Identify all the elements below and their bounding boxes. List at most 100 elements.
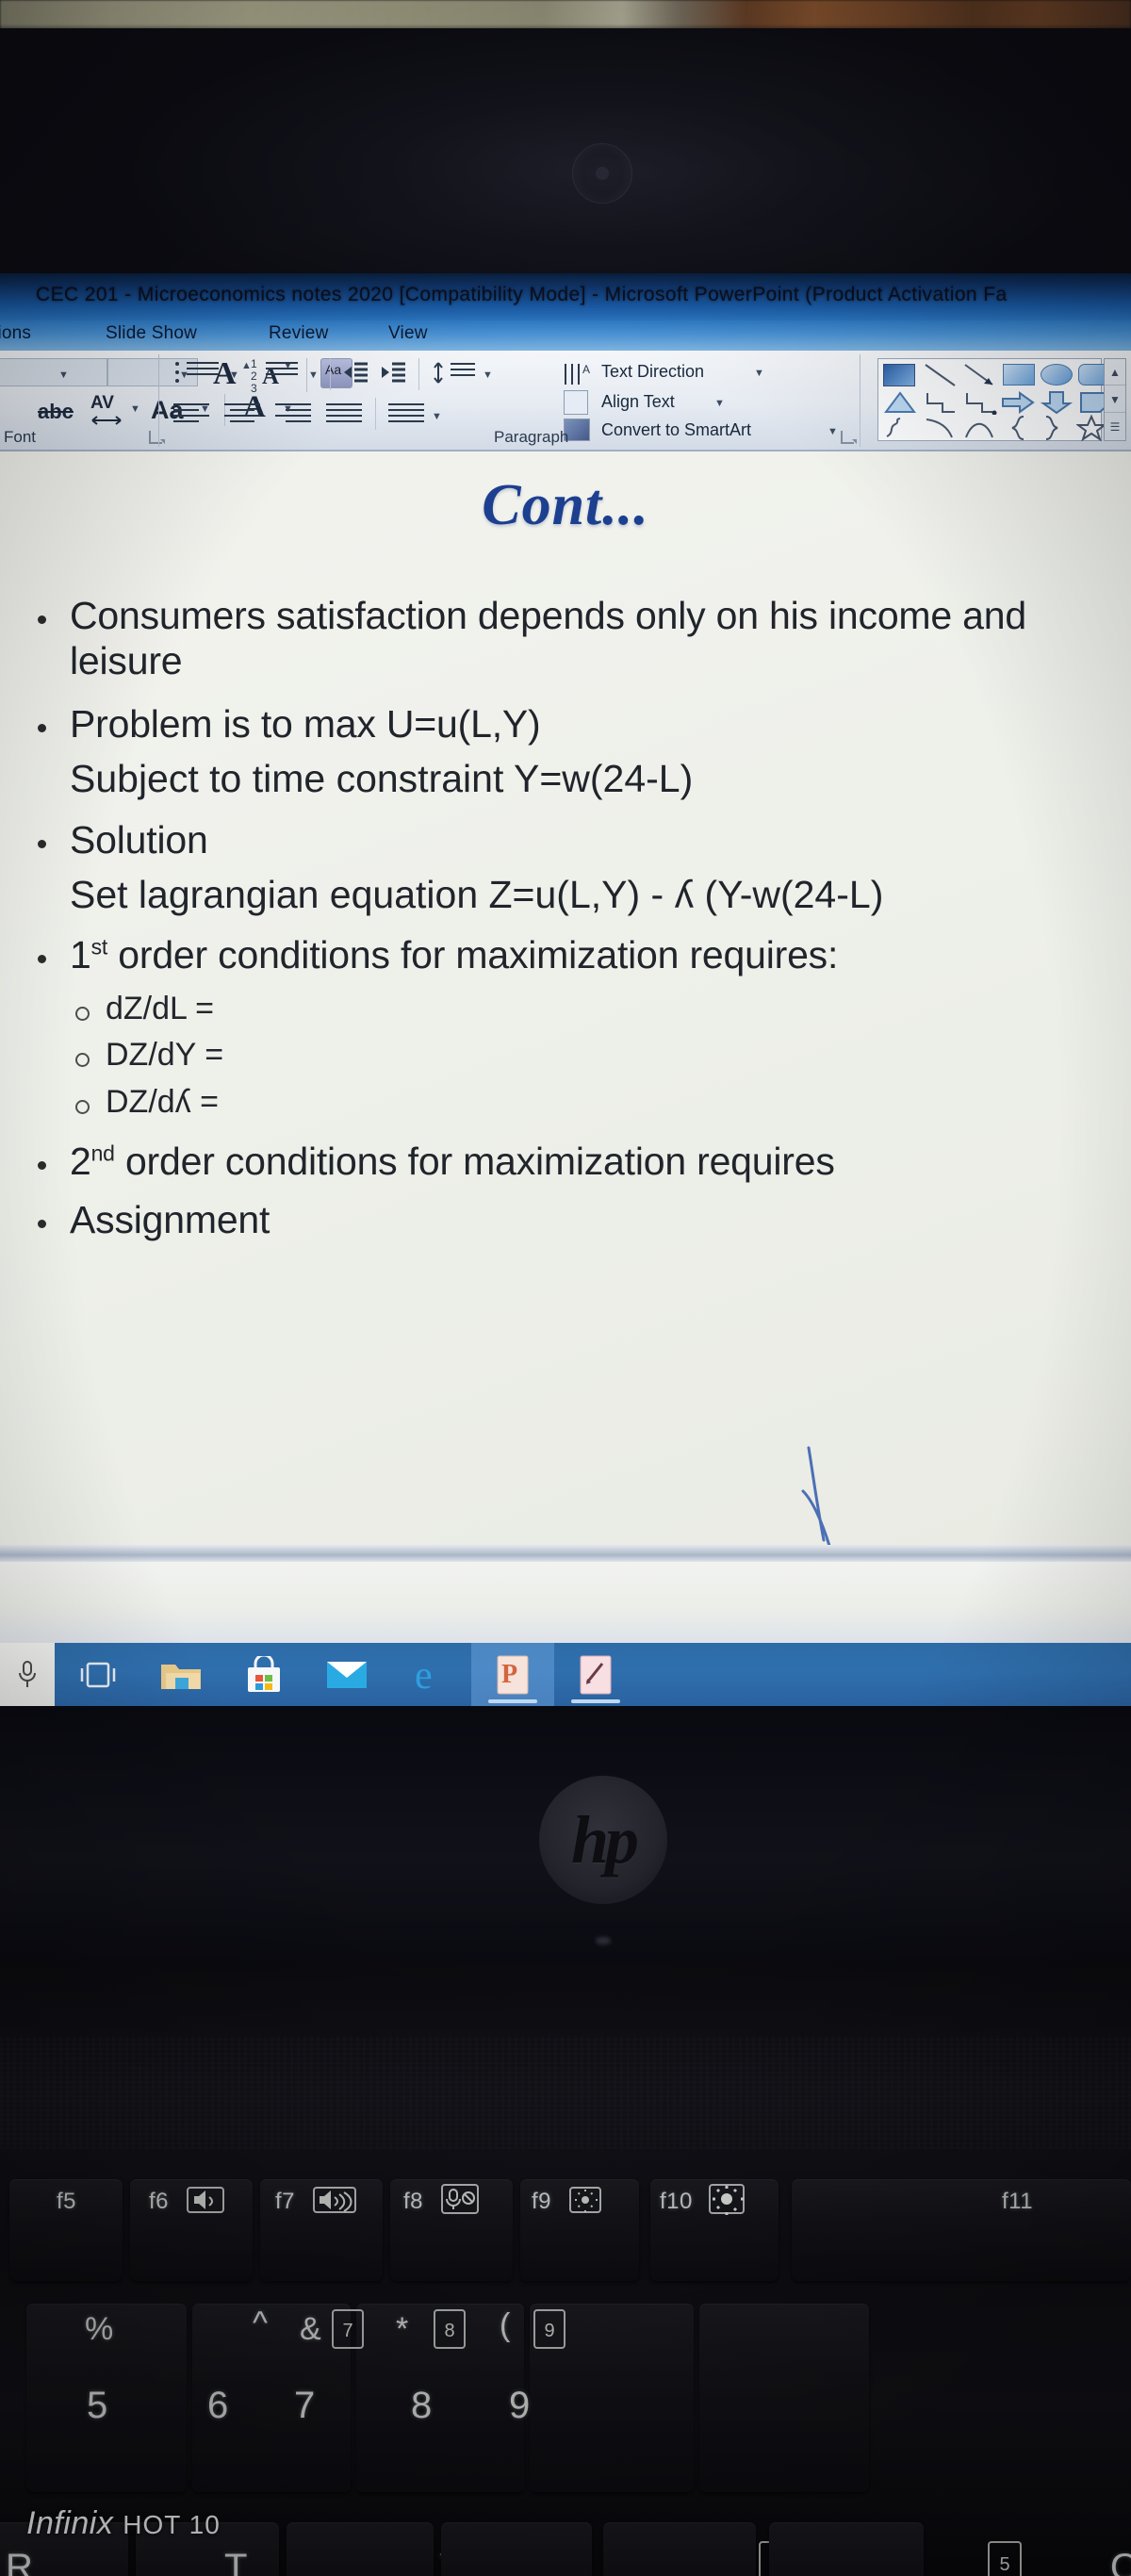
text-direction-button[interactable]: Text Direction [601, 362, 704, 382]
list-item: 2nd order conditions for maximization re… [0, 1139, 1131, 1184]
chevron-down-icon[interactable]: ▼ [483, 369, 493, 381]
key-o[interactable] [769, 2522, 924, 2576]
chevron-down-icon[interactable]: ▼ [308, 369, 319, 381]
key-6-secondary: ^ [253, 2305, 269, 2341]
text-box-shape[interactable] [883, 364, 915, 386]
align-right-button[interactable] [275, 403, 311, 426]
align-text-button[interactable]: Align Text [601, 392, 675, 412]
editor-icon[interactable] [554, 1643, 637, 1706]
file-explorer-icon[interactable] [139, 1643, 222, 1706]
line-shape[interactable] [924, 363, 958, 387]
editor-glyph [580, 1655, 612, 1694]
chevron-down-icon[interactable]: ▼ [432, 411, 442, 422]
key-y[interactable] [287, 2522, 434, 2576]
triangle-shape[interactable] [883, 390, 917, 415]
chevron-down-icon[interactable]: ▼ [58, 369, 69, 381]
key-i[interactable] [603, 2522, 756, 2576]
left-brace-shape[interactable] [1003, 414, 1033, 442]
align-text-icon [564, 390, 588, 415]
taskbar-cortana-area[interactable] [0, 1643, 55, 1706]
line-spacing-button[interactable] [451, 363, 475, 380]
list-item-continuation: Set lagrangian equation Z=u(L,Y) - ʎ (Y-… [0, 872, 1131, 917]
hp-logo: hp [539, 1776, 667, 1904]
numbering-button[interactable] [266, 362, 298, 379]
sub-bullet-text: DZ/dY = [106, 1037, 224, 1074]
tab-review[interactable]: Review [269, 323, 329, 344]
tab-animations[interactable]: tions [0, 323, 31, 344]
cortana-mic-icon[interactable] [17, 1660, 38, 1690]
ellipse-shape[interactable] [1041, 364, 1073, 386]
key-u[interactable] [441, 2522, 592, 2576]
tab-slide-show[interactable]: Slide Show [106, 323, 197, 344]
envelope-glyph [327, 1661, 367, 1688]
svg-text:e: e [415, 1654, 433, 1696]
store-bag-glyph [248, 1655, 280, 1692]
elbow-connector-shape[interactable] [924, 390, 958, 415]
shapes-gallery[interactable] [877, 358, 1110, 442]
curve-shape[interactable] [924, 416, 958, 440]
align-left-button[interactable] [173, 403, 209, 426]
edge-icon[interactable]: e [388, 1643, 471, 1706]
paragraph-dialog-launcher[interactable] [841, 431, 857, 444]
line-spacing-arrow-icon[interactable] [432, 362, 447, 385]
rectangle-shape[interactable] [1003, 364, 1035, 386]
laptop-top-bezel [0, 28, 1131, 275]
bullets-lines-icon [187, 362, 219, 379]
windows-taskbar[interactable]: e P [0, 1643, 1131, 1706]
key-5-primary: 5 [87, 2385, 108, 2426]
star-shape[interactable] [1076, 414, 1106, 442]
chevron-down-icon[interactable]: ▼ [130, 403, 140, 415]
sub-list-item: DZ/dʎ = [0, 1083, 1131, 1122]
bullet-text: Assignment [70, 1198, 270, 1242]
laptop-screen: CEC 201 - Microeconomics notes 2020 [Com… [0, 273, 1131, 1706]
key-5-secondary: % [85, 2311, 114, 2347]
justify-button[interactable] [326, 403, 362, 426]
shapes-gallery-scrollbar[interactable]: ▲ ▼ ☰ [1104, 358, 1126, 441]
font-family-combobox[interactable] [0, 358, 107, 386]
down-arrow-shape[interactable] [1041, 390, 1074, 415]
gallery-more-button[interactable]: ☰ [1105, 414, 1125, 440]
convert-to-smartart-button[interactable]: Convert to SmartArt [601, 420, 751, 440]
chevron-down-icon[interactable]: ▼ [828, 426, 838, 437]
right-brace-shape[interactable] [1039, 414, 1069, 442]
chevron-down-icon[interactable]: ▼ [754, 368, 764, 379]
columns-button[interactable] [388, 403, 424, 426]
arc-shape[interactable] [963, 416, 997, 440]
text-direction-icon: A [565, 363, 590, 385]
bullet-text: 2nd order conditions for maximization re… [70, 1140, 835, 1184]
microsoft-store-icon[interactable] [222, 1643, 305, 1706]
list-item: Consumers satisfaction depends only on h… [0, 593, 1131, 684]
task-view-icon[interactable] [57, 1643, 139, 1706]
chevron-down-icon[interactable]: ▼ [714, 398, 725, 409]
right-arrow-shape[interactable] [1001, 390, 1037, 415]
mail-icon[interactable] [305, 1643, 388, 1706]
slide-canvas[interactable]: Cont... Consumers satisfaction depends o… [0, 451, 1131, 1545]
character-spacing-button[interactable]: AV [90, 394, 114, 412]
elbow-arrow-shape[interactable] [963, 390, 997, 415]
strikethrough-button[interactable]: abc [38, 400, 74, 424]
chevron-down-icon[interactable]: ▼ [229, 369, 239, 381]
font-dialog-launcher[interactable] [149, 431, 165, 444]
gallery-scroll-down-button[interactable]: ▼ [1105, 386, 1125, 413]
key-7-secondary: & [300, 2311, 322, 2347]
gallery-scroll-up-button[interactable]: ▲ [1105, 359, 1125, 386]
key-9[interactable] [699, 2304, 869, 2492]
folder-glyph [161, 1664, 201, 1689]
watermark-brand: Infinix [26, 2505, 114, 2541]
powerpoint-icon[interactable]: P [471, 1643, 554, 1706]
align-center-button[interactable] [224, 403, 260, 426]
slide-body: Consumers satisfaction depends only on h… [0, 593, 1131, 1247]
sub-bullet-text: DZ/dʎ = [106, 1083, 219, 1120]
arrow-shape[interactable] [963, 363, 997, 387]
svg-text:A: A [582, 363, 590, 376]
volume-up-icon [313, 2187, 356, 2213]
sub-bullet-text: dZ/dL = [106, 990, 214, 1026]
key-f11[interactable] [792, 2179, 1131, 2281]
decrease-indent-icon[interactable] [343, 362, 368, 385]
increase-indent-icon[interactable] [381, 362, 405, 385]
key-t-label: T [224, 2547, 248, 2576]
bullet-text: Problem is to max U=u(L,Y) [70, 701, 541, 746]
bullets-button[interactable] [175, 362, 179, 387]
scribble-shape[interactable] [883, 416, 917, 440]
tab-view[interactable]: View [388, 323, 428, 344]
